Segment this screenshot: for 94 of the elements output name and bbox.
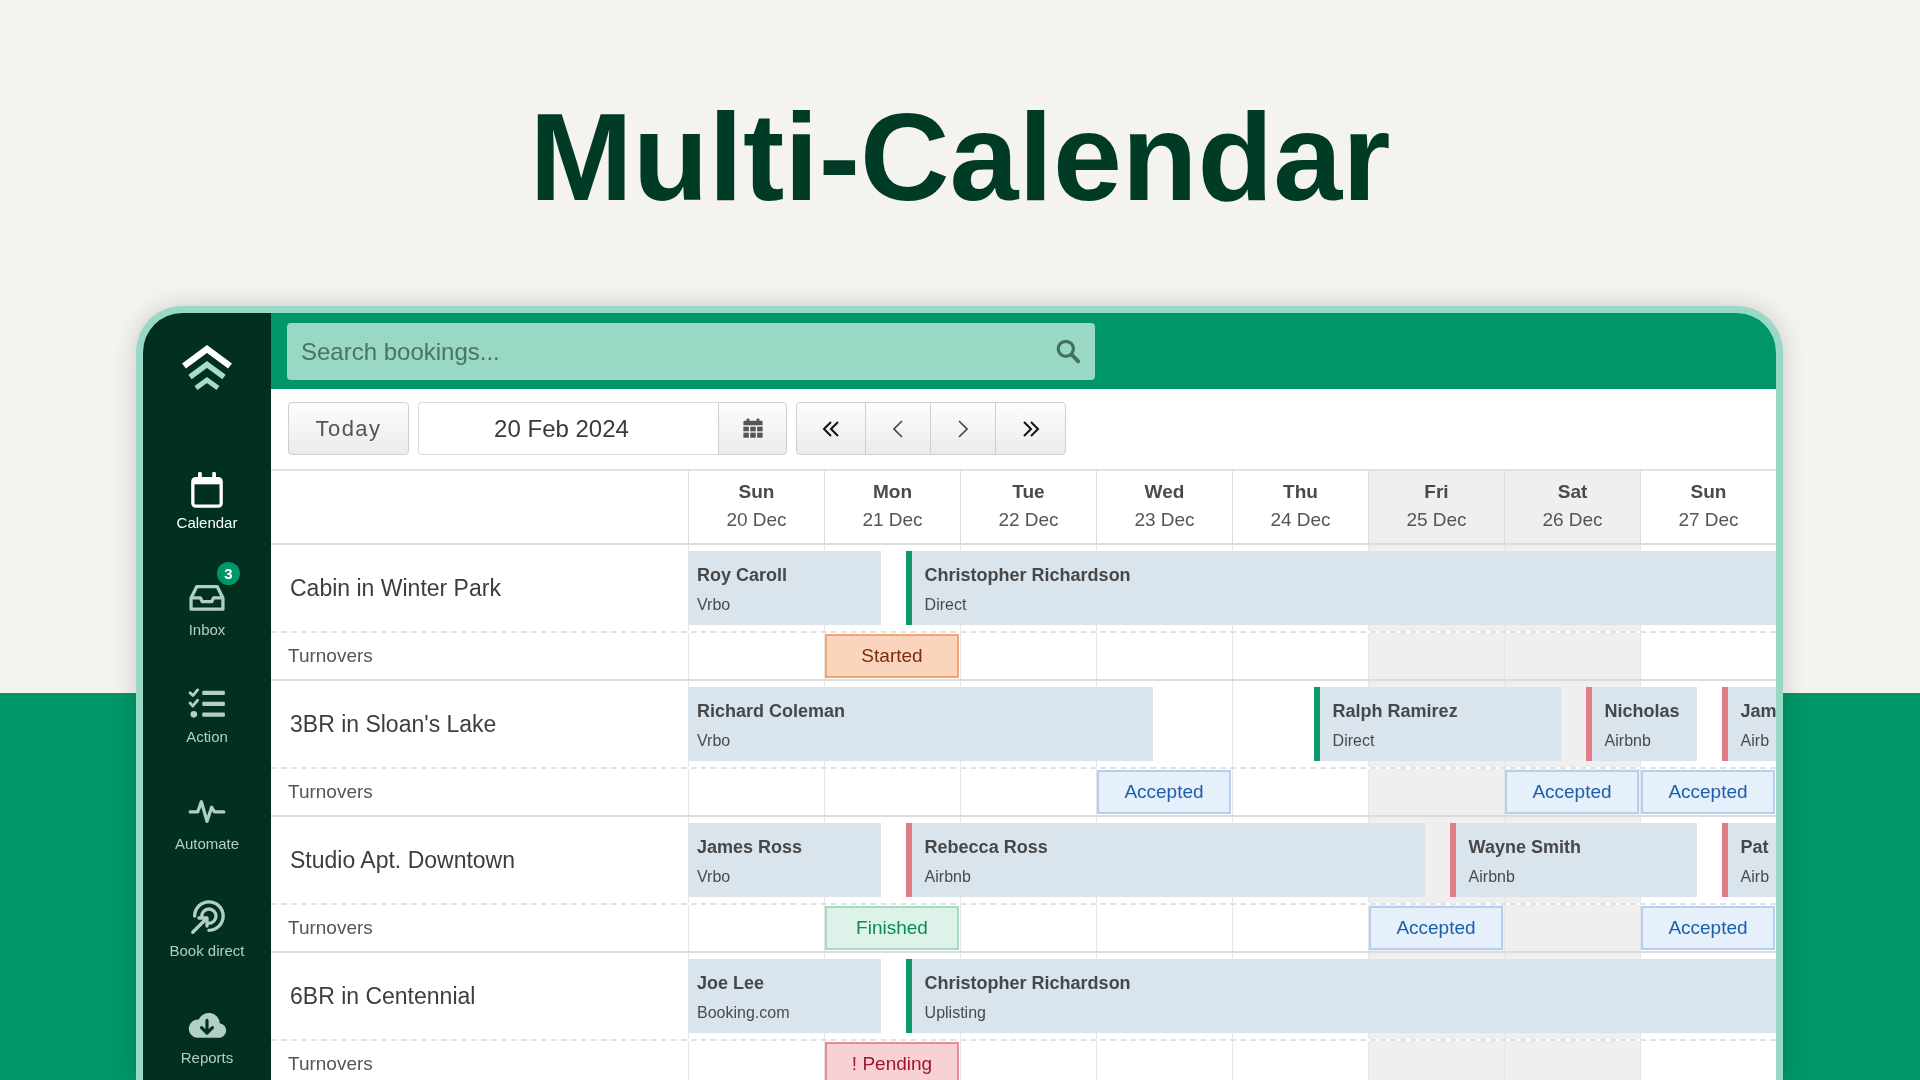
guest-name: Roy Caroll	[697, 564, 788, 587]
booking-source: Vrbo	[697, 731, 732, 751]
date-label: 22 Dec	[998, 508, 1059, 532]
date-label: 21 Dec	[862, 508, 923, 532]
turnover-status-badge[interactable]: Accepted	[1369, 906, 1503, 950]
inbox-tray-icon	[188, 582, 226, 612]
weekday-label: Thu	[1283, 480, 1318, 504]
turnover-status-badge[interactable]: Finished	[825, 906, 959, 950]
calendar-icon	[741, 417, 764, 440]
count-badge: 3	[217, 562, 240, 585]
weekday-label: Fri	[1424, 480, 1449, 504]
turnovers-label: Turnovers	[288, 645, 373, 667]
booking-bar[interactable]: Jam Airb	[1721, 687, 1776, 761]
next-period-button[interactable]	[995, 402, 1066, 455]
booking-source: Direct	[1332, 731, 1376, 751]
sidebar-item[interactable]: Action	[143, 668, 271, 775]
turnover-status-badge[interactable]: Accepted	[1097, 770, 1231, 814]
guest-name: Joe Lee	[697, 972, 766, 995]
date-label: 23 Dec	[1134, 508, 1195, 532]
sidebar-item[interactable]: Automate	[143, 775, 271, 882]
turnovers-label: Turnovers	[288, 917, 373, 939]
booking-source: Airbnb	[1468, 867, 1516, 887]
property-name: 6BR in Centennial	[290, 982, 476, 1010]
booking-bar[interactable]: Joe Lee Booking.com	[688, 959, 882, 1033]
page-title: Multi-Calendar	[529, 95, 1391, 219]
guest-name: Nicholas	[1604, 700, 1680, 723]
turnover-status-badge[interactable]: Accepted	[1641, 770, 1775, 814]
calendar-icon	[190, 471, 224, 509]
checklist-icon	[188, 688, 226, 720]
booking-source: Uplisting	[924, 1003, 987, 1023]
booking-bar[interactable]: Rebecca Ross Airbnb	[905, 823, 1426, 897]
sidebar-item[interactable]: Reports	[143, 989, 271, 1080]
turnover-status-badge[interactable]: Accepted	[1641, 906, 1775, 950]
booking-bar[interactable]: Ralph Ramirez Direct	[1313, 687, 1562, 761]
previous-period-button[interactable]	[796, 402, 866, 455]
date-field[interactable]: 20 Feb 2024	[418, 402, 718, 455]
date-label: 27 Dec	[1678, 508, 1739, 532]
weekday-label: Sun	[738, 480, 775, 504]
guest-name: James Ross	[697, 836, 803, 859]
target-arrow-icon	[188, 899, 226, 937]
chevrons-logo-icon	[179, 344, 235, 392]
booking-source: Airb	[1740, 731, 1771, 751]
double-chevron-left-icon	[822, 419, 840, 438]
booking-bar[interactable]: Wayne Smith Airbnb	[1449, 823, 1698, 897]
chevron-right-icon	[958, 419, 968, 438]
guest-name: Wayne Smith	[1468, 836, 1581, 859]
date-label: 20 Dec	[726, 508, 787, 532]
booking-bar[interactable]: Nicholas Airbnb	[1585, 687, 1698, 761]
weekday-label: Mon	[872, 480, 912, 504]
booking-bar[interactable]: Christopher Richardson Direct	[905, 551, 1776, 625]
turnover-status-badge[interactable]: ! Pending	[825, 1042, 959, 1080]
turnovers-label: Turnovers	[288, 781, 373, 803]
pulse-line-icon	[188, 797, 226, 825]
booking-source: Booking.com	[697, 1003, 790, 1023]
weekday-label: Sun	[1690, 480, 1727, 504]
booking-bar[interactable]: James Ross Vrbo	[688, 823, 882, 897]
booking-source: Airbnb	[1604, 731, 1652, 751]
guest-name: Jam	[1740, 700, 1776, 723]
booking-source: Vrbo	[697, 867, 732, 887]
search-icon	[1055, 338, 1081, 364]
booking-source: Vrbo	[697, 595, 732, 615]
date-label: 24 Dec	[1270, 508, 1331, 532]
date-label: 26 Dec	[1542, 508, 1603, 532]
turnovers-label: Turnovers	[288, 1053, 373, 1075]
chevron-left-icon	[893, 419, 903, 438]
sidebar-item[interactable]: Calendar	[143, 454, 271, 561]
guest-name: Christopher Richardson	[924, 972, 1131, 995]
guest-name: Richard Coleman	[697, 700, 846, 723]
booking-bar[interactable]: Pat Airb	[1721, 823, 1776, 897]
sidebar-item[interactable]: Inbox 3	[143, 561, 271, 668]
guest-name: Christopher Richardson	[924, 564, 1131, 587]
sidebar-item[interactable]: Book direct	[143, 882, 271, 989]
turnover-status-badge[interactable]: Accepted	[1505, 770, 1639, 814]
booking-bar[interactable]: Christopher Richardson Uplisting	[905, 959, 1776, 1033]
property-name: Studio Apt. Downtown	[290, 846, 516, 874]
property-name: 3BR in Sloan's Lake	[290, 710, 497, 738]
date-picker-button[interactable]	[718, 402, 787, 455]
weekday-label: Wed	[1144, 480, 1185, 504]
search-field[interactable]: Search bookings...	[287, 323, 1095, 380]
turnover-status-badge[interactable]: Started	[825, 634, 959, 678]
booking-source: Direct	[924, 595, 968, 615]
booking-bar[interactable]: Roy Caroll Vrbo	[688, 551, 882, 625]
booking-source: Airbnb	[924, 867, 972, 887]
weekday-label: Tue	[1012, 480, 1045, 504]
date-label: 25 Dec	[1406, 508, 1467, 532]
guest-name: Pat	[1740, 836, 1770, 859]
property-name: Cabin in Winter Park	[290, 574, 501, 602]
guest-name: Rebecca Ross	[924, 836, 1048, 859]
guest-name: Ralph Ramirez	[1332, 700, 1458, 723]
today-button[interactable]: Today	[288, 402, 409, 455]
double-chevron-right-icon	[1021, 419, 1040, 438]
booking-source: Airb	[1740, 867, 1770, 887]
booking-bar[interactable]: Richard Coleman Vrbo	[688, 687, 1154, 761]
weekday-label: Sat	[1557, 480, 1588, 504]
